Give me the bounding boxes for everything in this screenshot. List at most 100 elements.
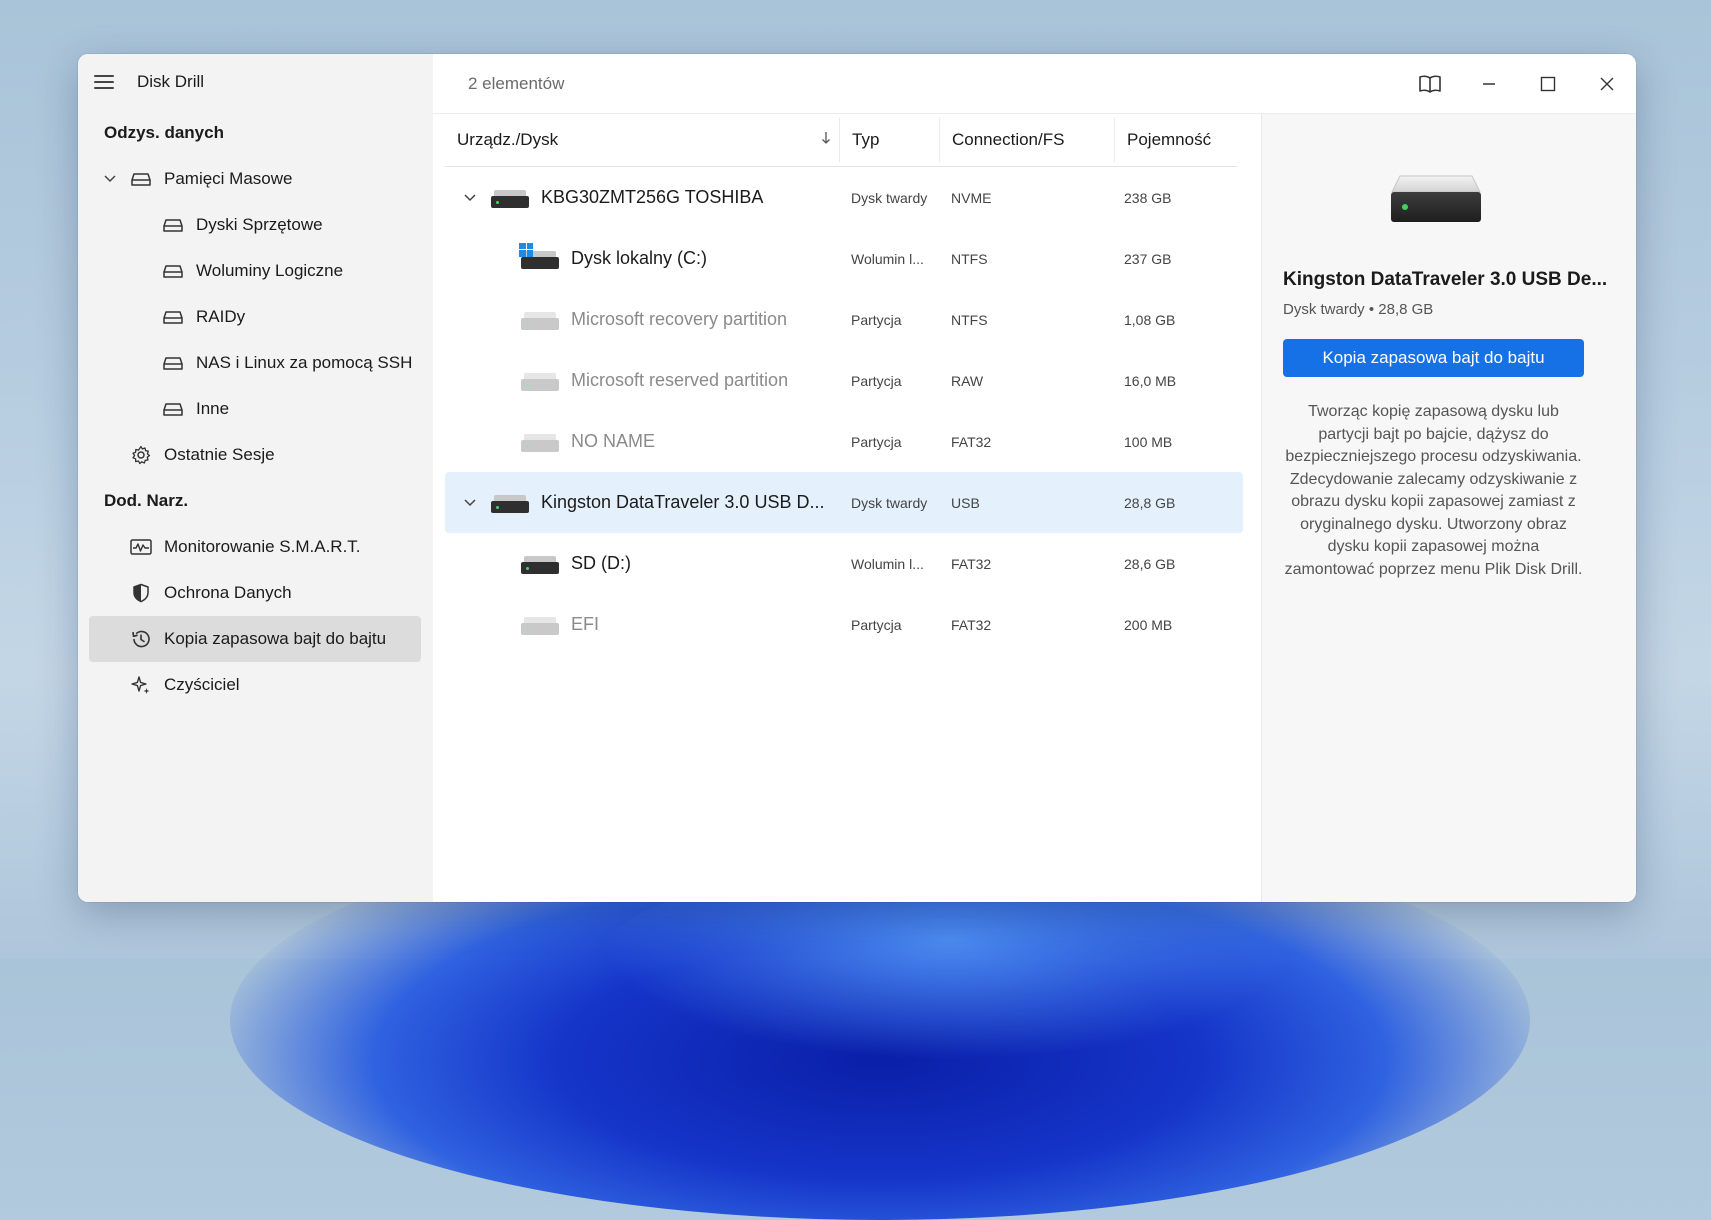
byte-backup-button[interactable]: Kopia zapasowa bajt do bajtu [1283, 339, 1584, 377]
capacity-cell: 237 GB [1124, 250, 1172, 267]
detail-description: Tworząc kopię zapasową dysku lub partycj… [1284, 403, 1583, 578]
capacity-cell: 28,8 GB [1124, 494, 1176, 511]
app-header: Disk Drill [78, 54, 433, 110]
sidebar-item-mass-storage[interactable]: Pamięci Masowe [78, 156, 433, 202]
column-connection[interactable]: Connection/FS [939, 118, 1114, 162]
device-cell: Kingston DataTraveler 3.0 USB D... [445, 492, 839, 513]
hdd-icon [519, 242, 559, 269]
column-capacity[interactable]: Pojemność [1114, 118, 1221, 162]
column-label: Pojemność [1127, 130, 1212, 149]
app-title: Disk Drill [137, 72, 205, 91]
hdd-icon [162, 398, 184, 420]
table-row[interactable]: SD (D:) Wolumin l... FAT32 28,6 GB [445, 533, 1243, 594]
section-tools: Dod. Narz. [104, 491, 189, 510]
device-name: Kingston DataTraveler 3.0 USB D... [541, 492, 825, 512]
hdd-icon [1391, 175, 1481, 222]
windows-logo-icon [519, 242, 533, 257]
device-table: Urządz./Dysk Typ Connection/FS Pojemność [433, 114, 1261, 902]
sidebar-item-cleaner[interactable]: Czyściciel [78, 662, 433, 708]
capacity-cell: 1,08 GB [1124, 311, 1176, 328]
chevron-down-icon[interactable] [100, 175, 120, 183]
hdd-icon [521, 310, 559, 330]
smart-monitor-icon [130, 536, 152, 558]
connection-cell: USB [951, 494, 980, 511]
table-row[interactable]: Microsoft recovery partition Partycja NT… [445, 289, 1243, 350]
hdd-icon [491, 188, 529, 208]
connection-cell: FAT32 [951, 555, 992, 572]
table-row[interactable]: NO NAME Partycja FAT32 100 MB [445, 411, 1243, 472]
chevron-down-icon[interactable] [457, 498, 483, 507]
sidebar-item-nas-linux[interactable]: NAS i Linux za pomocą SSH [78, 340, 433, 386]
table-row[interactable]: Dysk lokalny (C:) Wolumin l... NTFS 237 … [445, 228, 1243, 289]
hdd-icon [162, 214, 184, 236]
device-name: Microsoft recovery partition [571, 309, 788, 329]
table-row[interactable]: EFI Partycja FAT32 200 MB [445, 594, 1243, 655]
column-label: Connection/FS [952, 130, 1065, 149]
minimize-icon[interactable] [1459, 54, 1518, 113]
book-icon[interactable] [1400, 54, 1459, 113]
hdd-icon [162, 352, 184, 374]
type-cell: Wolumin l... [851, 250, 924, 267]
chevron-down-icon[interactable] [457, 193, 483, 202]
detail-title: Kingston DataTraveler 3.0 USB De... [1283, 269, 1608, 290]
capacity-cell: 200 MB [1124, 616, 1173, 633]
sidebar-item-hardware-disks[interactable]: Dyski Sprzętowe [78, 202, 433, 248]
table-row[interactable]: KBG30ZMT256G TOSHIBA Dysk twardy NVME 23… [445, 167, 1243, 228]
column-label: Urządz./Dysk [457, 130, 559, 149]
type-cell: Dysk twardy [851, 189, 928, 206]
sidebar-item-label: Dyski Sprzętowe [196, 215, 323, 234]
device-name: EFI [571, 614, 600, 634]
detail-pane: Kingston DataTraveler 3.0 USB De... Dysk… [1261, 114, 1636, 902]
history-icon [130, 628, 152, 650]
capacity-cell: 28,6 GB [1124, 555, 1176, 572]
device-name: NO NAME [571, 431, 656, 451]
close-icon[interactable] [1577, 54, 1636, 113]
hdd-icon [491, 493, 529, 513]
window-controls [1400, 54, 1636, 113]
sidebar-item-logical-volumes[interactable]: Woluminy Logiczne [78, 248, 433, 294]
sidebar-item-label: Monitorowanie S.M.A.R.T. [164, 537, 361, 556]
sidebar-item-label: RAIDy [196, 307, 246, 326]
device-cell: SD (D:) [445, 553, 839, 574]
content: Urządz./Dysk Typ Connection/FS Pojemność [433, 114, 1636, 902]
connection-cell: FAT32 [951, 433, 992, 450]
type-cell: Partycja [851, 311, 902, 328]
sidebar-item-label: Ostatnie Sesje [164, 445, 275, 464]
device-name: KBG30ZMT256G TOSHIBA [541, 187, 764, 207]
sidebar: Disk Drill Odzys. danych Pamięci Masowe … [78, 54, 433, 902]
item-count: 2 elementów [468, 73, 565, 93]
sort-down-icon[interactable] [821, 130, 831, 150]
sidebar-item-raids[interactable]: RAIDy [78, 294, 433, 340]
column-type[interactable]: Typ [839, 118, 939, 162]
gear-icon [130, 444, 152, 466]
table-row[interactable]: Microsoft reserved partition Partycja RA… [445, 350, 1243, 411]
device-cell: KBG30ZMT256G TOSHIBA [445, 187, 839, 208]
hdd-icon [521, 432, 559, 452]
type-cell: Dysk twardy [851, 494, 928, 511]
connection-cell: NVME [951, 189, 992, 206]
sidebar-item-byte-backup[interactable]: Kopia zapasowa bajt do bajtu [89, 616, 421, 662]
maximize-icon[interactable] [1518, 54, 1577, 113]
device-name: Dysk lokalny (C:) [571, 248, 708, 268]
type-cell: Partycja [851, 433, 902, 450]
menu-icon[interactable] [94, 74, 116, 90]
device-cell: Microsoft reserved partition [445, 370, 839, 391]
type-cell: Partycja [851, 372, 902, 389]
sidebar-item-data-protection[interactable]: Ochrona Danych [78, 570, 433, 616]
connection-cell: NTFS [951, 250, 988, 267]
capacity-cell: 100 MB [1124, 433, 1173, 450]
connection-cell: FAT32 [951, 616, 992, 633]
sidebar-item-smart-monitoring[interactable]: Monitorowanie S.M.A.R.T. [78, 524, 433, 570]
capacity-cell: 238 GB [1124, 189, 1172, 206]
sidebar-item-recent-sessions[interactable]: Ostatnie Sesje [78, 432, 433, 478]
device-cell: Dysk lokalny (C:) [445, 242, 839, 269]
sidebar-item-label: Woluminy Logiczne [196, 261, 344, 280]
app-window: Disk Drill Odzys. danych Pamięci Masowe … [78, 54, 1636, 902]
sidebar-item-other[interactable]: Inne [78, 386, 433, 432]
capacity-cell: 16,0 MB [1124, 372, 1177, 389]
section-recovery: Odzys. danych [104, 123, 224, 142]
column-device[interactable]: Urządz./Dysk [445, 118, 839, 162]
sidebar-item-label: Czyściciel [164, 675, 240, 694]
hdd-icon [521, 554, 559, 574]
table-row-selected[interactable]: Kingston DataTraveler 3.0 USB D... Dysk … [445, 472, 1243, 533]
